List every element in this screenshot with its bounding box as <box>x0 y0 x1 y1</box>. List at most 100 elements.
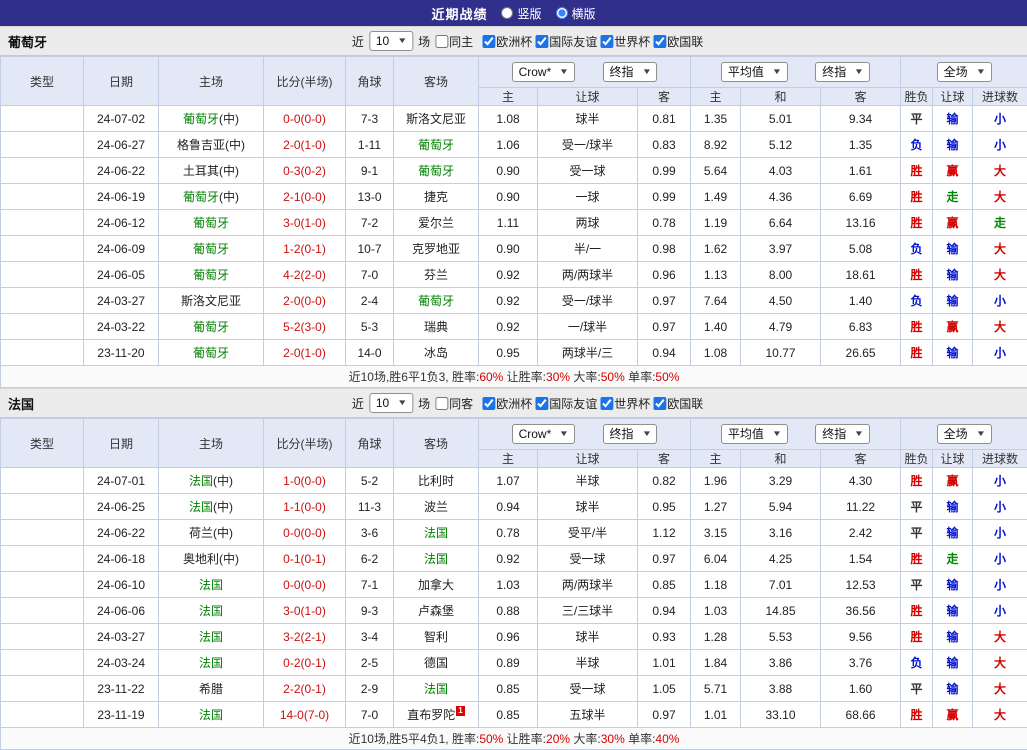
competition-filter[interactable]: 世界杯 <box>600 33 650 50</box>
subcol-win: 主 <box>691 450 741 468</box>
avg-odds-select[interactable]: 平均值▼ <box>721 62 788 82</box>
asian-home-odds-cell: 0.89 <box>479 650 538 676</box>
venue-suffix: (中) <box>219 112 239 126</box>
competition-filter[interactable]: 国际友谊 <box>535 33 597 50</box>
asian-home-odds-cell: 0.90 <box>479 184 538 210</box>
competition-filter[interactable]: 欧国联 <box>653 395 703 412</box>
result-goals-cell: 大 <box>973 314 1027 340</box>
odds-final-select[interactable]: 终指▼ <box>603 424 658 444</box>
match-row: 国际友谊24-03-24法国0-2(0-1)2-5德国0.89半球1.011.8… <box>1 650 1027 676</box>
asian-away-odds-cell: 0.97 <box>638 702 691 728</box>
avg-final-select[interactable]: 终指▼ <box>815 424 870 444</box>
asian-home-odds-cell: 1.07 <box>479 468 538 494</box>
asian-away-odds-cell: 1.12 <box>638 520 691 546</box>
same-venue-checkbox[interactable] <box>435 35 448 48</box>
avg-odds-select[interactable]: 平均值▼ <box>721 424 788 444</box>
corner-cell: 7-3 <box>346 106 394 132</box>
venue-suffix: (中) <box>225 138 245 152</box>
home-team-name: 葡萄牙 <box>193 216 229 230</box>
date-cell: 24-03-27 <box>84 624 159 650</box>
home-win-odds-cell: 1.35 <box>691 106 741 132</box>
avg-final-select[interactable]: 终指▼ <box>815 62 870 82</box>
score-cell: 2-1(0-0) <box>264 184 346 210</box>
date-cell: 24-03-22 <box>84 314 159 340</box>
competition-checkbox[interactable] <box>482 35 495 48</box>
competition-type-cell: 国际友谊 <box>1 572 84 598</box>
summary-part: 大率: <box>570 732 601 746</box>
summary-part: 20% <box>546 732 570 746</box>
red-card-badge: 1 <box>456 706 464 716</box>
odds-final-select[interactable]: 终指▼ <box>603 62 658 82</box>
chevron-down-icon: ▼ <box>772 65 782 79</box>
europe-odds-group: 平均值▼ 终指▼ <box>691 419 901 450</box>
competition-checkbox[interactable] <box>482 397 495 410</box>
chevron-down-icon: ▼ <box>975 427 985 441</box>
handicap-cell: 三/三球半 <box>538 598 638 624</box>
same-venue-filter[interactable]: 同客 <box>435 395 473 412</box>
away-team-name: 芬兰 <box>424 268 448 282</box>
same-venue-filter[interactable]: 同主 <box>435 33 473 50</box>
asian-home-odds-cell: 0.85 <box>479 702 538 728</box>
score-cell: 0-3(0-2) <box>264 158 346 184</box>
draw-odds-cell: 5.01 <box>741 106 821 132</box>
away-team-cell: 德国 <box>394 650 479 676</box>
competition-filter[interactable]: 欧洲杯 <box>482 395 532 412</box>
asian-away-odds-cell: 0.97 <box>638 546 691 572</box>
score-cell: 1-1(0-0) <box>264 494 346 520</box>
col-corner: 角球 <box>346 57 394 106</box>
horizontal-mode-radio[interactable] <box>556 7 568 19</box>
asian-away-odds-cell: 0.83 <box>638 132 691 158</box>
mode-option-horizontal[interactable]: 横版 <box>556 5 596 22</box>
competition-checkbox[interactable] <box>600 397 613 410</box>
home-win-odds-cell: 1.01 <box>691 702 741 728</box>
scope-select[interactable]: 全场▼ <box>937 62 992 82</box>
home-win-odds-cell: 6.04 <box>691 546 741 572</box>
same-venue-checkbox[interactable] <box>435 397 448 410</box>
home-team-cell: 葡萄牙 <box>159 262 264 288</box>
chevron-down-icon: ▼ <box>641 65 651 79</box>
asian-away-odds-cell: 0.85 <box>638 572 691 598</box>
competition-checkbox[interactable] <box>600 35 613 48</box>
match-row: 欧洲杯24-06-18奥地利(中)0-1(0-1)6-2法国0.92受一球0.9… <box>1 546 1027 572</box>
summary-part: 近10场,胜6平1负3, 胜率: <box>349 370 480 384</box>
corner-cell: 1-11 <box>346 132 394 158</box>
competition-type-cell: 欧洲杯 <box>1 546 84 572</box>
date-cell: 23-11-22 <box>84 676 159 702</box>
home-team-cell: 葡萄牙 <box>159 340 264 366</box>
competition-checkbox[interactable] <box>535 397 548 410</box>
mode-option-vertical[interactable]: 竖版 <box>501 5 541 22</box>
match-count-select[interactable]: 10 ▼ <box>369 31 413 51</box>
vertical-mode-radio[interactable] <box>501 7 513 19</box>
odds-company-select[interactable]: Crow*▼ <box>512 424 576 444</box>
asian-home-odds-cell: 0.95 <box>479 340 538 366</box>
asian-away-odds-cell: 1.01 <box>638 650 691 676</box>
top-bar: 近期战绩 竖版 横版 <box>0 0 1027 26</box>
match-count-select[interactable]: 10 ▼ <box>369 393 413 413</box>
date-cell: 24-03-27 <box>84 288 159 314</box>
col-type: 类型 <box>1 57 84 106</box>
draw-odds-cell: 8.00 <box>741 262 821 288</box>
competition-filter[interactable]: 欧国联 <box>653 33 703 50</box>
home-win-odds-cell: 1.03 <box>691 598 741 624</box>
competition-type-cell: 欧洲杯 <box>1 702 84 728</box>
competition-checkbox[interactable] <box>653 35 666 48</box>
odds-company-select[interactable]: Crow*▼ <box>512 62 576 82</box>
match-row: 欧洲杯24-06-22荷兰(中)0-0(0-0)3-6法国0.78受平/半1.1… <box>1 520 1027 546</box>
home-win-odds-cell: 1.49 <box>691 184 741 210</box>
competition-checkbox[interactable] <box>653 397 666 410</box>
away-win-odds-cell: 9.56 <box>821 624 901 650</box>
draw-odds-cell: 14.85 <box>741 598 821 624</box>
result-goals-cell: 小 <box>973 340 1027 366</box>
asian-home-odds-cell: 0.90 <box>479 236 538 262</box>
away-team-name: 斯洛文尼亚 <box>406 112 466 126</box>
competition-checkbox[interactable] <box>535 35 548 48</box>
date-cell: 24-06-18 <box>84 546 159 572</box>
draw-odds-cell: 3.16 <box>741 520 821 546</box>
competition-filter[interactable]: 欧洲杯 <box>482 33 532 50</box>
score-cell: 0-0(0-0) <box>264 572 346 598</box>
competition-filter[interactable]: 国际友谊 <box>535 395 597 412</box>
corner-cell: 5-2 <box>346 468 394 494</box>
scope-select[interactable]: 全场▼ <box>937 424 992 444</box>
competition-filter[interactable]: 世界杯 <box>600 395 650 412</box>
handicap-cell: 五球半 <box>538 702 638 728</box>
